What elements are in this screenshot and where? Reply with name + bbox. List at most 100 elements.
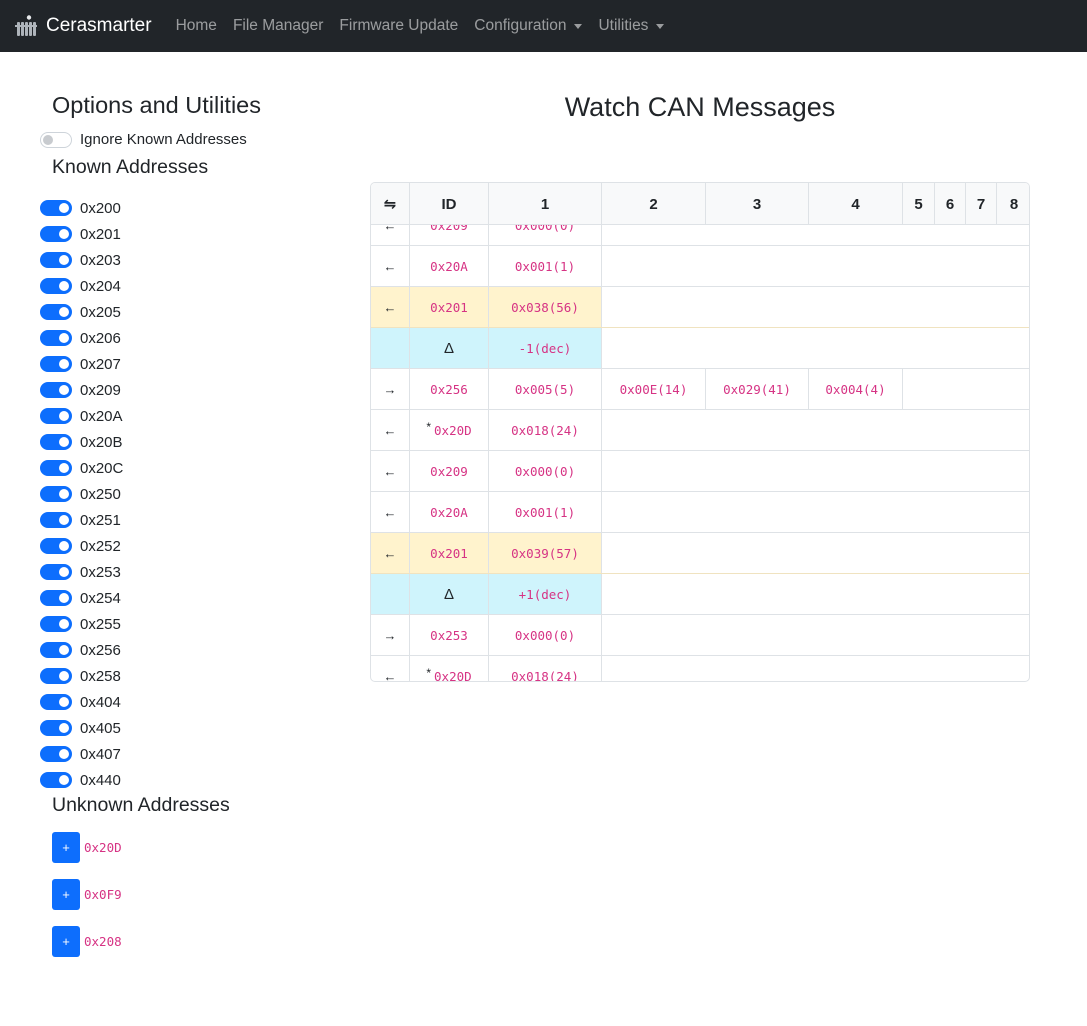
known-address-switch[interactable] xyxy=(40,408,72,424)
known-address-label: 0x407 xyxy=(80,745,121,763)
message-row: ← * 0x20D 0x018(24) xyxy=(371,410,1029,451)
received-arrow-icon: ← xyxy=(371,451,410,491)
nav-home[interactable]: Home xyxy=(176,17,217,35)
add-address-button[interactable]: + xyxy=(52,926,80,957)
known-address-switch[interactable] xyxy=(40,564,72,580)
known-address-label: 0x250 xyxy=(80,485,121,503)
received-arrow-icon: ← xyxy=(371,246,410,286)
known-address-switch[interactable] xyxy=(40,460,72,476)
nav-utilities-dropdown[interactable]: Utilities xyxy=(598,17,665,35)
byte-value: 0x018(24) xyxy=(511,422,579,438)
known-address-switch[interactable] xyxy=(40,642,72,658)
message-row: ← 0x201 0x039(57) xyxy=(371,533,1029,574)
known-address-switch[interactable] xyxy=(40,668,72,684)
unknown-marker: * xyxy=(426,666,432,680)
known-address-switch[interactable] xyxy=(40,330,72,346)
id-column-header: ID xyxy=(410,183,489,225)
nav-firmware-update[interactable]: Firmware Update xyxy=(339,17,458,35)
known-address-label: 0x251 xyxy=(80,511,121,529)
message-row: ← * 0x20D 0x018(24) xyxy=(371,656,1029,682)
byte-value: 0x039(57) xyxy=(511,545,579,561)
byte-cell: 0x038(56) xyxy=(489,287,602,327)
delta-symbol: Δ xyxy=(443,339,455,357)
unknown-addresses-list: +0x20D +0x0F9 +0x208 xyxy=(52,832,122,973)
empty-bytes-cell xyxy=(602,615,1029,655)
empty-bytes-cell xyxy=(602,246,1029,286)
brand[interactable]: Cerasmarter xyxy=(14,14,152,38)
known-address-label: 0x200 xyxy=(80,199,121,217)
known-address-switch[interactable] xyxy=(40,200,72,216)
known-address-item: 0x204 xyxy=(40,273,123,299)
known-address-item: 0x20A xyxy=(40,403,123,429)
can-id: 0x201 xyxy=(430,545,468,561)
direction-glyph: ← xyxy=(383,668,397,682)
byte-cell: 0x001(1) xyxy=(489,492,602,532)
add-address-button[interactable]: + xyxy=(52,879,80,910)
table-header: ⇋ ID 1 2 3 4 5 6 7 8 xyxy=(371,183,1029,225)
known-address-item: 0x201 xyxy=(40,221,123,247)
known-address-switch[interactable] xyxy=(40,590,72,606)
known-address-switch[interactable] xyxy=(40,720,72,736)
direction-glyph: ← xyxy=(383,504,397,520)
known-address-label: 0x253 xyxy=(80,563,121,581)
known-address-label: 0x206 xyxy=(80,329,121,347)
table-scroll-area[interactable]: ← 0x209 0x000(0) ← 0x20A 0x001(1) ← 0x201 0x038(… xyxy=(371,183,1029,682)
received-arrow-icon: ← xyxy=(371,492,410,532)
known-address-switch[interactable] xyxy=(40,434,72,450)
known-address-switch[interactable] xyxy=(40,356,72,372)
byte-value: 0x001(1) xyxy=(514,258,576,274)
known-address-switch[interactable] xyxy=(40,746,72,762)
nav-configuration-label: Configuration xyxy=(474,17,567,34)
byte-cell: 0x018(24) xyxy=(489,656,602,681)
known-address-label: 0x254 xyxy=(80,589,121,607)
byte-3-header: 3 xyxy=(706,183,809,225)
empty-bytes-cell xyxy=(602,533,1029,573)
id-cell: 0x20A xyxy=(410,246,489,286)
byte-8-header: 8 xyxy=(1009,195,1019,213)
known-address-switch[interactable] xyxy=(40,252,72,268)
empty-bytes-cell xyxy=(602,287,1029,327)
known-address-item: 0x407 xyxy=(40,741,123,767)
add-address-button[interactable]: + xyxy=(52,832,80,863)
known-address-switch[interactable] xyxy=(40,304,72,320)
known-address-switch[interactable] xyxy=(40,278,72,294)
known-address-switch[interactable] xyxy=(40,694,72,710)
can-messages-table[interactable]: ⇋ ID 1 2 3 4 5 6 7 8 ← 0x209 0x000(0) ← 0x20A 0x001(1)… xyxy=(370,182,1030,682)
id-cell: 0x256 xyxy=(410,369,489,409)
known-address-switch[interactable] xyxy=(40,512,72,528)
nav-file-manager[interactable]: File Manager xyxy=(233,17,323,35)
can-id: 0x209 xyxy=(430,463,468,479)
unknown-marker: * xyxy=(426,420,432,434)
direction-glyph: ← xyxy=(383,463,397,479)
byte-cell: 0x001(1) xyxy=(489,246,602,286)
byte-4-header: 4 xyxy=(809,183,903,225)
table-body: ← 0x209 0x000(0) ← 0x20A 0x001(1) ← 0x201 0x038(… xyxy=(371,205,1029,682)
known-address-switch[interactable] xyxy=(40,226,72,242)
received-arrow-icon: ← xyxy=(371,410,410,450)
ignore-known-switch[interactable] xyxy=(40,131,72,148)
byte-cell: 0x00E(14) xyxy=(602,369,706,409)
known-address-switch[interactable] xyxy=(40,538,72,554)
known-address-label: 0x404 xyxy=(80,693,121,711)
known-address-label: 0x203 xyxy=(80,251,121,269)
unknown-address-code: 0x0F9 xyxy=(84,887,122,902)
nav-configuration-dropdown[interactable]: Configuration xyxy=(474,17,583,35)
empty-bytes-cell xyxy=(903,369,1029,409)
id-cell: 0x201 xyxy=(410,533,489,573)
known-address-item: 0x206 xyxy=(40,325,123,351)
known-address-switch[interactable] xyxy=(40,486,72,502)
message-row: → 0x253 0x000(0) xyxy=(371,615,1029,656)
known-address-switch[interactable] xyxy=(40,616,72,632)
direction-glyph: → xyxy=(383,627,397,643)
known-address-item: 0x251 xyxy=(40,507,123,533)
direction-cell xyxy=(371,574,410,614)
known-address-switch[interactable] xyxy=(40,382,72,398)
can-id: 0x20D xyxy=(434,668,472,682)
known-addresses-title: Known Addresses xyxy=(52,156,209,178)
known-address-item: 0x20B xyxy=(40,429,123,455)
known-address-switch[interactable] xyxy=(40,772,72,788)
can-id: 0x20A xyxy=(430,258,468,274)
empty-bytes-cell xyxy=(602,328,1029,368)
byte-cell: 0x000(0) xyxy=(489,615,602,655)
direction-column-header[interactable]: ⇋ xyxy=(371,183,410,225)
